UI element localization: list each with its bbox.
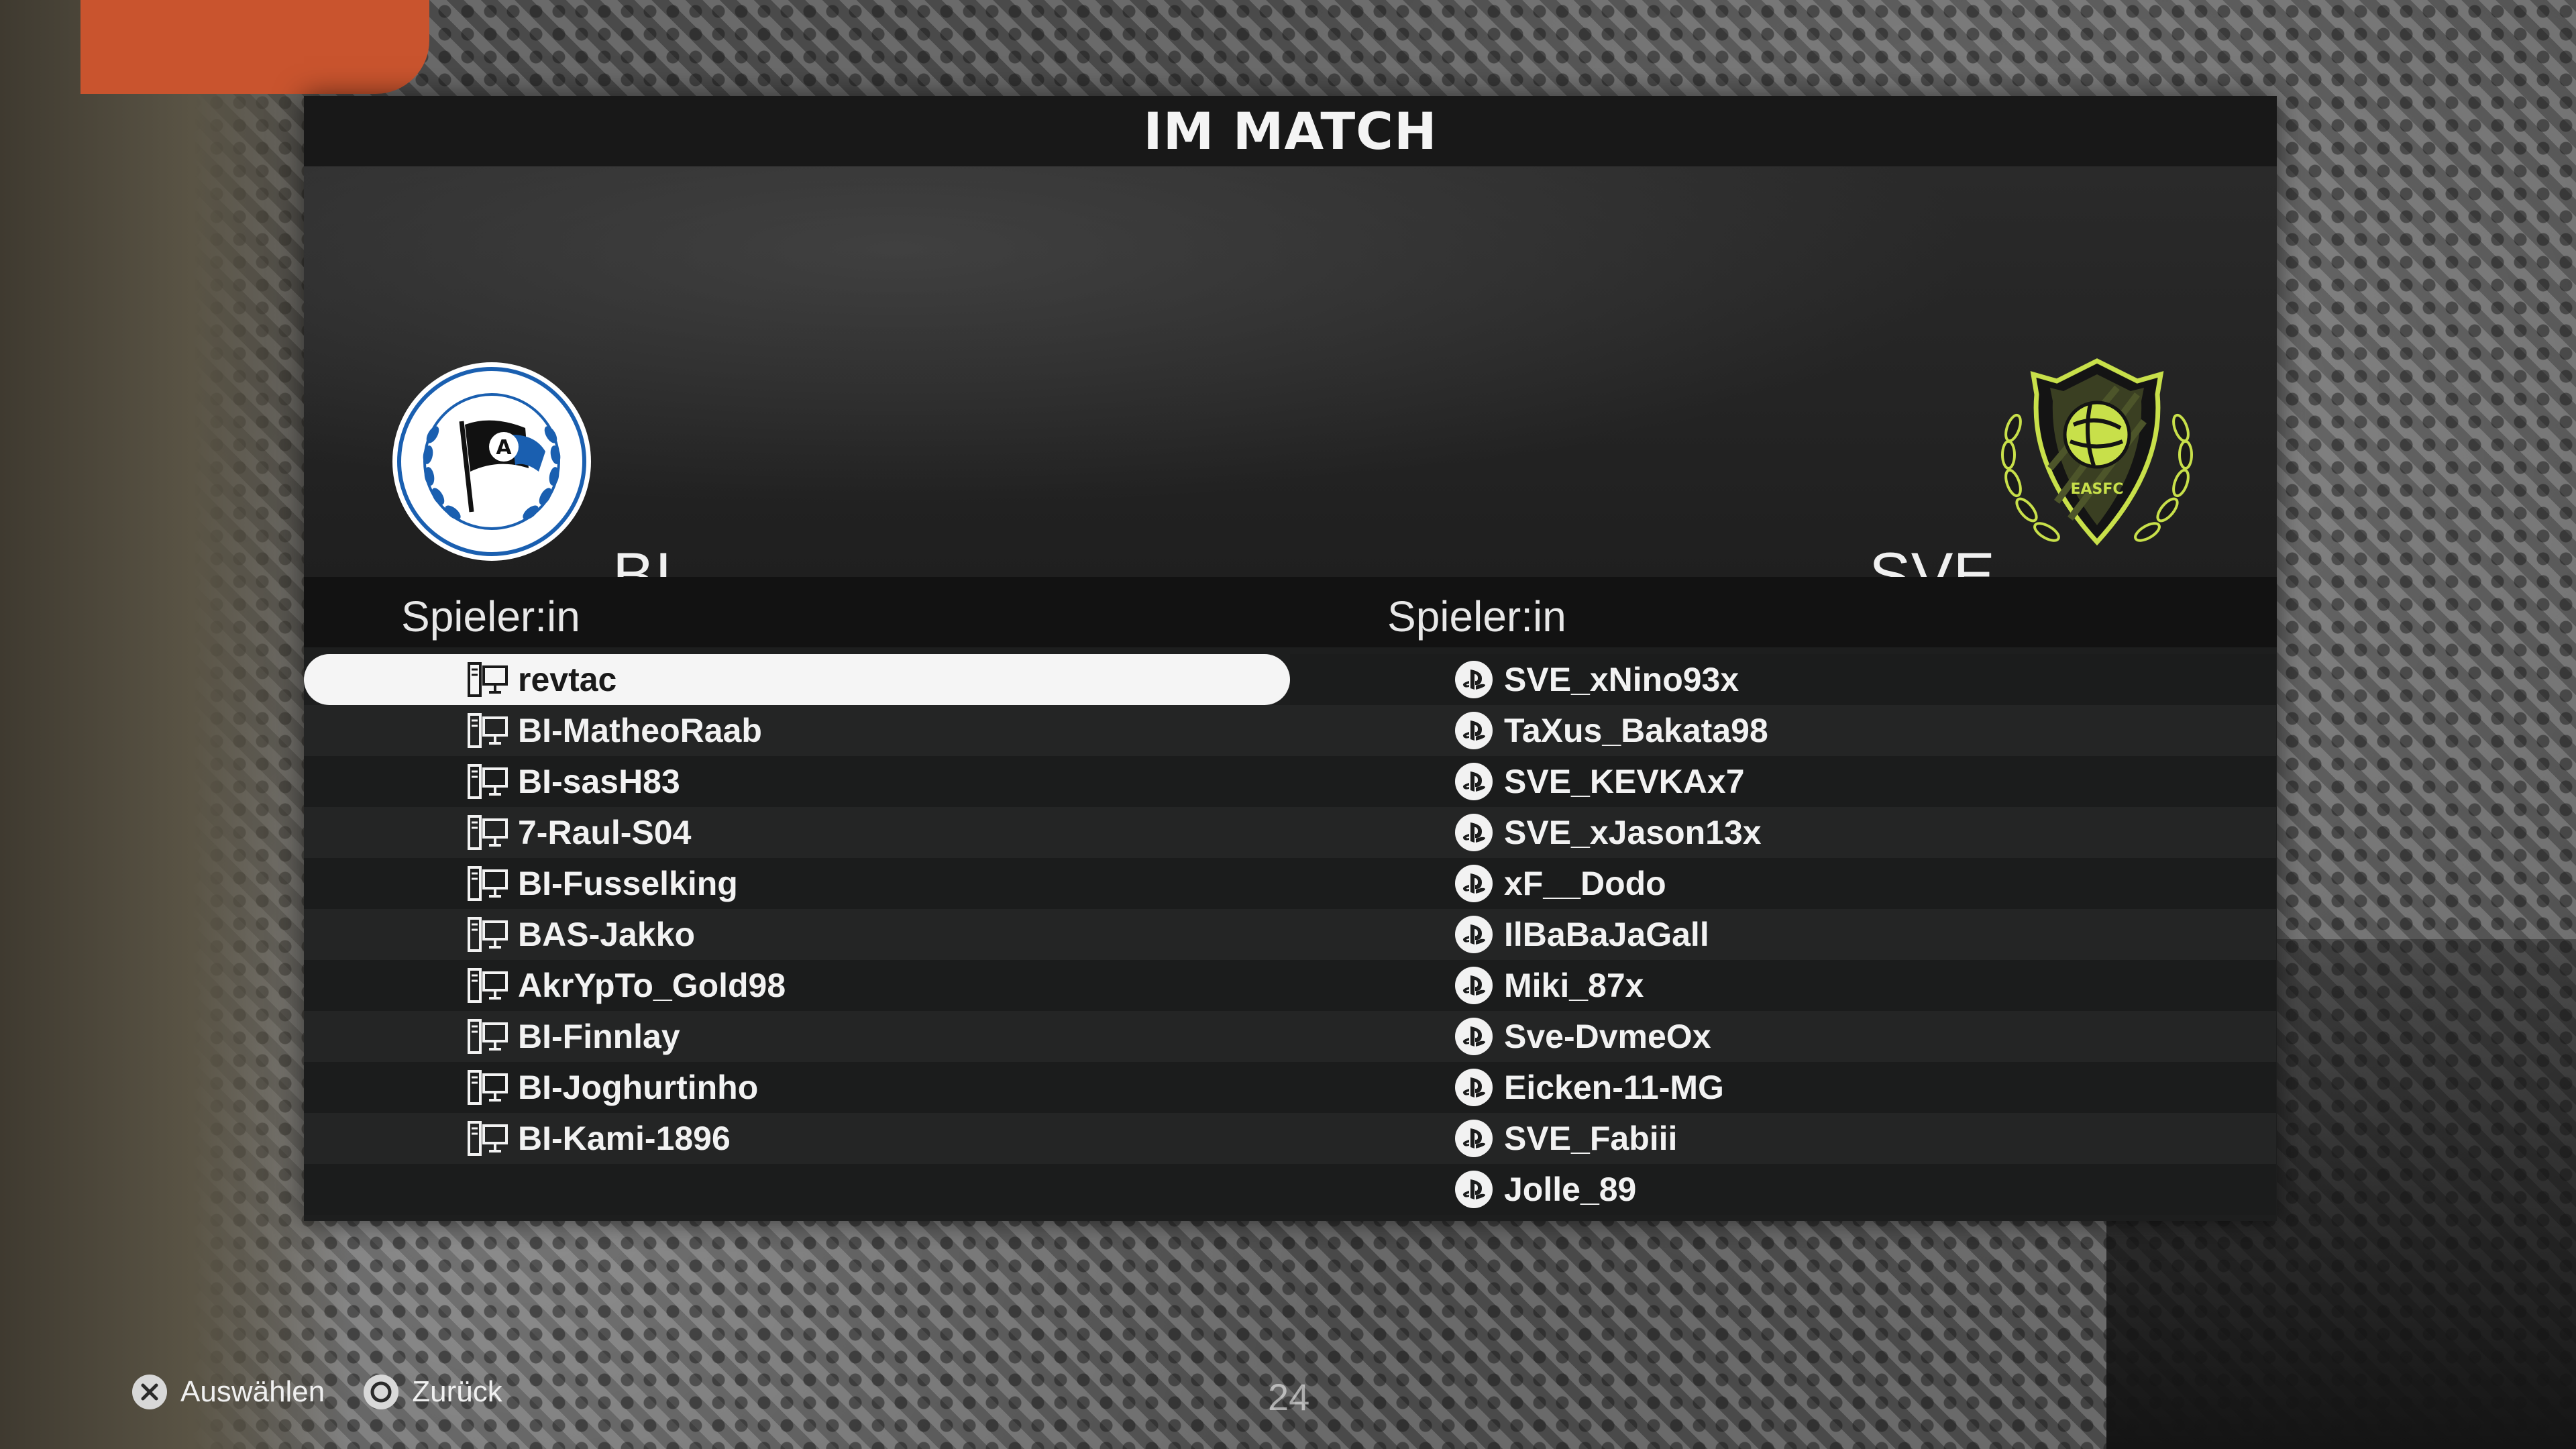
match-lineup-panel: IM MATCH A BI SVE EASFC Spieler:in Spiel… [304, 96, 2277, 1221]
home-player-list: revtac BI-MatheoRaab BI-sasH83 7-Raul-S04 BI… [304, 654, 1290, 1215]
playstation-icon [1453, 814, 1495, 851]
home-player-name: BAS-Jakko [518, 916, 695, 953]
home-player-name: BI-Joghurtinho [518, 1069, 759, 1106]
away-player-row[interactable]: IlBaBaJaGall [1290, 909, 2276, 960]
away-player-name: Miki_87x [1504, 967, 1644, 1004]
away-player-name: SVE_Fabiii [1504, 1120, 1678, 1157]
svg-text:A: A [496, 436, 512, 460]
playstation-icon [1453, 1120, 1495, 1157]
page-title: IM MATCH [1143, 101, 1438, 161]
arminia-bielefeld-crest-icon: A [392, 362, 591, 561]
pc-icon [467, 1069, 508, 1106]
pc-icon [467, 661, 508, 698]
away-player-name: Sve-DvmeOx [1504, 1018, 1711, 1055]
away-column-header: Spieler:in [1387, 592, 1566, 641]
home-player-row[interactable]: BI-Kami-1896 [304, 1113, 1290, 1164]
home-player-name: revtac [518, 661, 617, 698]
home-player-row[interactable]: 7-Raul-S04 [304, 807, 1290, 858]
pc-icon [467, 967, 508, 1004]
playstation-icon [1453, 1018, 1495, 1055]
playstation-icon [1453, 1171, 1495, 1208]
pc-icon [467, 1120, 508, 1157]
home-player-name: BI-Fusselking [518, 865, 738, 902]
home-team-abbr: BI [612, 539, 672, 578]
away-player-row[interactable]: Eicken-11-MG [1290, 1062, 2276, 1113]
cross-button-icon [131, 1373, 168, 1411]
away-player-name: IlBaBaJaGall [1504, 916, 1709, 953]
away-team-abbr: SVE [1869, 539, 1996, 578]
away-player-row[interactable]: SVE_xJason13x [1290, 807, 2276, 858]
home-player-name: BI-Finnlay [518, 1018, 680, 1055]
pc-icon [467, 763, 508, 800]
away-player-name: SVE_KEVKAx7 [1504, 763, 1745, 800]
player-columns-header: Spieler:in Spieler:in [304, 577, 2277, 647]
home-player-row[interactable]: BI-Joghurtinho [304, 1062, 1290, 1113]
home-column-header: Spieler:in [401, 592, 580, 641]
home-player-row[interactable]: BI-MatheoRaab [304, 705, 1290, 756]
away-player-name: SVE_xJason13x [1504, 814, 1762, 851]
away-crest-text: EASFC [2070, 481, 2123, 498]
away-player-name: Eicken-11-MG [1504, 1069, 1724, 1106]
pc-icon [467, 712, 508, 749]
away-player-name: xF__Dodo [1504, 865, 1666, 902]
playstation-icon [1453, 712, 1495, 749]
away-player-name: TaXus_Bakata98 [1504, 712, 1768, 749]
playstation-icon [1453, 1069, 1495, 1106]
playstation-icon [1453, 763, 1495, 800]
away-player-row[interactable]: SVE_Fabiii [1290, 1113, 2276, 1164]
away-player-row[interactable]: xF__Dodo [1290, 858, 2276, 909]
home-player-name: BI-MatheoRaab [518, 712, 762, 749]
back-hint[interactable]: Zurück [362, 1373, 502, 1411]
home-player-row[interactable]: AkrYpTo_Gold98 [304, 960, 1290, 1011]
home-player-row[interactable]: BI-Finnlay [304, 1011, 1290, 1062]
back-label: Zurück [412, 1375, 502, 1408]
away-player-row[interactable]: SVE_xNino93x [1290, 654, 2276, 705]
playstation-icon [1453, 967, 1495, 1004]
pc-icon [467, 865, 508, 902]
page-counter: 24 [1268, 1376, 1310, 1418]
away-player-name: SVE_xNino93x [1504, 661, 1739, 698]
select-label: Auswählen [180, 1375, 325, 1408]
background-player-shirt [80, 0, 429, 94]
select-hint[interactable]: Auswählen [131, 1373, 325, 1411]
home-player-row[interactable]: revtac [304, 654, 1290, 705]
away-player-row[interactable]: SVE_KEVKAx7 [1290, 756, 2276, 807]
controller-hints: Auswählen Zurück [131, 1372, 540, 1412]
home-player-name: 7-Raul-S04 [518, 814, 692, 851]
playstation-icon [1453, 661, 1495, 698]
away-player-row[interactable]: TaXus_Bakata98 [1290, 705, 2276, 756]
away-player-list: SVE_xNino93x TaXus_Bakata98 SVE_KEVKAx7 SVE… [1290, 654, 2276, 1215]
playstation-icon [1453, 916, 1495, 953]
title-bar: IM MATCH [304, 96, 2277, 166]
away-player-name: Jolle_89 [1504, 1171, 1637, 1208]
home-empty-row [304, 1164, 1290, 1215]
home-player-row[interactable]: BAS-Jakko [304, 909, 1290, 960]
pc-icon [467, 1018, 508, 1055]
home-player-row[interactable]: BI-sasH83 [304, 756, 1290, 807]
circle-button-icon [362, 1373, 400, 1411]
playstation-icon [1453, 865, 1495, 902]
background: IM MATCH A BI SVE EASFC Spieler:in Spiel… [0, 0, 2576, 1449]
home-player-name: BI-Kami-1896 [518, 1120, 731, 1157]
pc-icon [467, 814, 508, 851]
home-player-row[interactable]: BI-Fusselking [304, 858, 1290, 909]
teams-header: A BI SVE EASFC [304, 166, 2277, 577]
home-player-name: BI-sasH83 [518, 763, 680, 800]
easfc-crest-icon: EASFC [2001, 358, 2193, 546]
pc-icon [467, 916, 508, 953]
away-player-row[interactable]: Miki_87x [1290, 960, 2276, 1011]
background-player-figure [0, 0, 349, 1449]
away-player-row[interactable]: Sve-DvmeOx [1290, 1011, 2276, 1062]
home-player-name: AkrYpTo_Gold98 [518, 967, 786, 1004]
away-player-row[interactable]: Jolle_89 [1290, 1164, 2276, 1215]
